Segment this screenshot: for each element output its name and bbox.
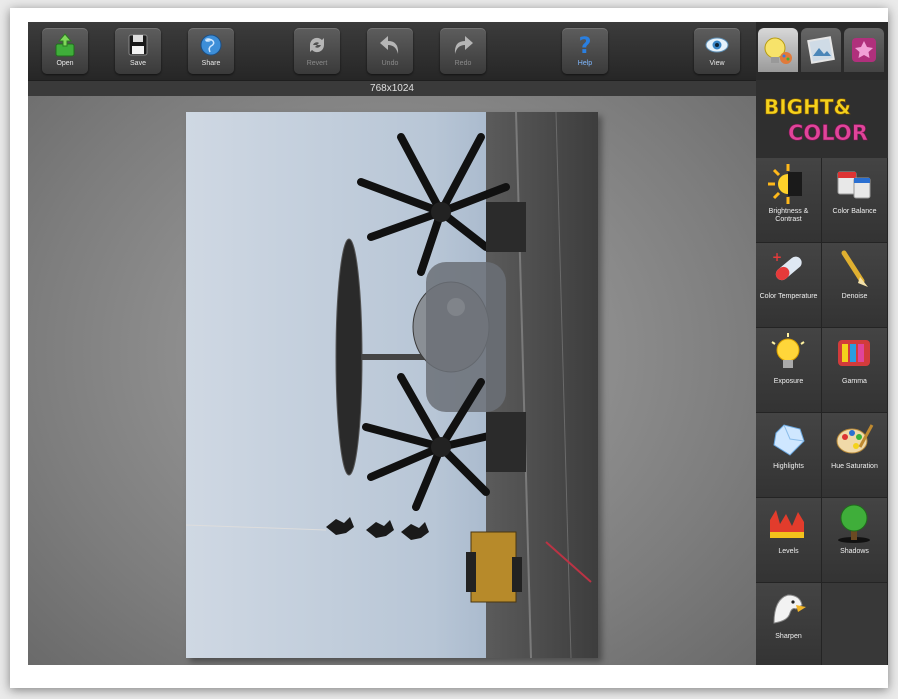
tree-icon (838, 504, 870, 543)
globe-icon (200, 34, 222, 56)
tool-hue-saturation[interactable]: Hue Saturation (822, 413, 888, 498)
tool-label: Highlights (773, 463, 804, 470)
open-button[interactable]: Open (42, 28, 88, 74)
aircraft-photo-image (186, 112, 598, 658)
undo-arrow-icon (380, 36, 399, 54)
tool-label: Sharpen (775, 633, 802, 640)
photo-editor-app: Open Save Share Revert Undo Redo ? Help … (28, 22, 888, 665)
floppy-disk-icon (128, 34, 148, 56)
tool-label: Color Temperature (759, 293, 818, 300)
tool-shadows[interactable]: Shadows (822, 498, 888, 583)
brand-line2: COLOR (788, 121, 868, 145)
lightbulb-icon (771, 333, 805, 368)
tool-label: Hue Saturation (831, 463, 878, 470)
tool-exposure[interactable]: Exposure (756, 328, 822, 413)
sun-half-icon (768, 164, 802, 204)
redo-arrow-icon (454, 36, 473, 54)
tool-color-temperature[interactable]: + Color Temperature (756, 243, 822, 328)
eye-icon (705, 37, 729, 53)
svg-text:+: + (772, 250, 782, 264)
bright-color-logo: BIGHT& COLOR (756, 80, 888, 158)
help-button[interactable]: ? Help (562, 28, 608, 74)
brush-icon (841, 250, 868, 287)
diamond-icon (773, 424, 805, 456)
tab-light-color[interactable] (758, 28, 798, 72)
tool-gamma[interactable]: Gamma (822, 328, 888, 413)
bright-color-logo-art: BIGHT& COLOR (764, 95, 869, 146)
tab-photo[interactable] (801, 28, 841, 72)
tool-levels[interactable]: Levels (756, 498, 822, 583)
tool-label: Denoise (841, 293, 868, 300)
tool-empty-slot (822, 583, 888, 665)
toolbar: Open Save Share Revert Undo Redo ? Help … (28, 22, 756, 80)
eagle-icon (773, 594, 806, 624)
sidebar-tabs (756, 22, 888, 80)
view-button[interactable]: View (694, 28, 740, 74)
refresh-icon (309, 37, 325, 53)
tool-highlights[interactable]: Highlights (756, 413, 822, 498)
redo-label: Redo (454, 60, 472, 67)
help-label: Help (577, 60, 593, 67)
tab-effects[interactable] (844, 28, 884, 72)
view-label: View (709, 60, 725, 67)
tool-color-balance[interactable]: Color Balance (822, 158, 888, 243)
share-button[interactable]: Share (188, 28, 234, 74)
tool-label: Shadows (840, 548, 869, 555)
tool-label: Levels (778, 548, 799, 555)
levels-chart-icon (770, 510, 804, 538)
revert-button[interactable]: Revert (294, 28, 340, 74)
tools-sidebar: BIGHT& COLOR Brightness & Contrast Color… (756, 22, 888, 665)
tool-label: Color Balance (832, 208, 877, 215)
editing-canvas[interactable] (28, 96, 756, 665)
open-label: Open (56, 60, 74, 67)
tool-sharpen[interactable]: Sharpen (756, 583, 822, 665)
share-label: Share (201, 60, 221, 67)
tool-label: Brightness & Contrast (768, 208, 809, 223)
tool-label: Exposure (773, 378, 804, 385)
tool-label: Gamma (842, 378, 867, 385)
question-mark-icon: ? (579, 34, 592, 58)
tool-brightness-contrast[interactable]: Brightness & Contrast (756, 158, 822, 243)
tool-denoise[interactable]: Denoise (822, 243, 888, 328)
revert-label: Revert (306, 60, 328, 67)
svg-text:?: ? (579, 34, 592, 58)
image-dimensions: 768x1024 (28, 80, 756, 97)
redo-button[interactable]: Redo (440, 28, 486, 74)
save-label: Save (130, 60, 146, 67)
photo-frame-icon (807, 36, 835, 64)
color-bars-icon (838, 340, 870, 366)
thermometer-icon: + (772, 250, 802, 281)
save-button[interactable]: Save (115, 28, 161, 74)
photo-preview (186, 112, 598, 658)
palette-icon (836, 424, 874, 454)
undo-button[interactable]: Undo (367, 28, 413, 74)
undo-label: Undo (381, 60, 399, 67)
star-icon (852, 38, 876, 62)
paint-cans-icon (837, 171, 871, 199)
lightbulb-palette-icon (764, 37, 792, 64)
brand-line1: BIGHT& (764, 95, 851, 119)
open-icon (55, 33, 75, 57)
